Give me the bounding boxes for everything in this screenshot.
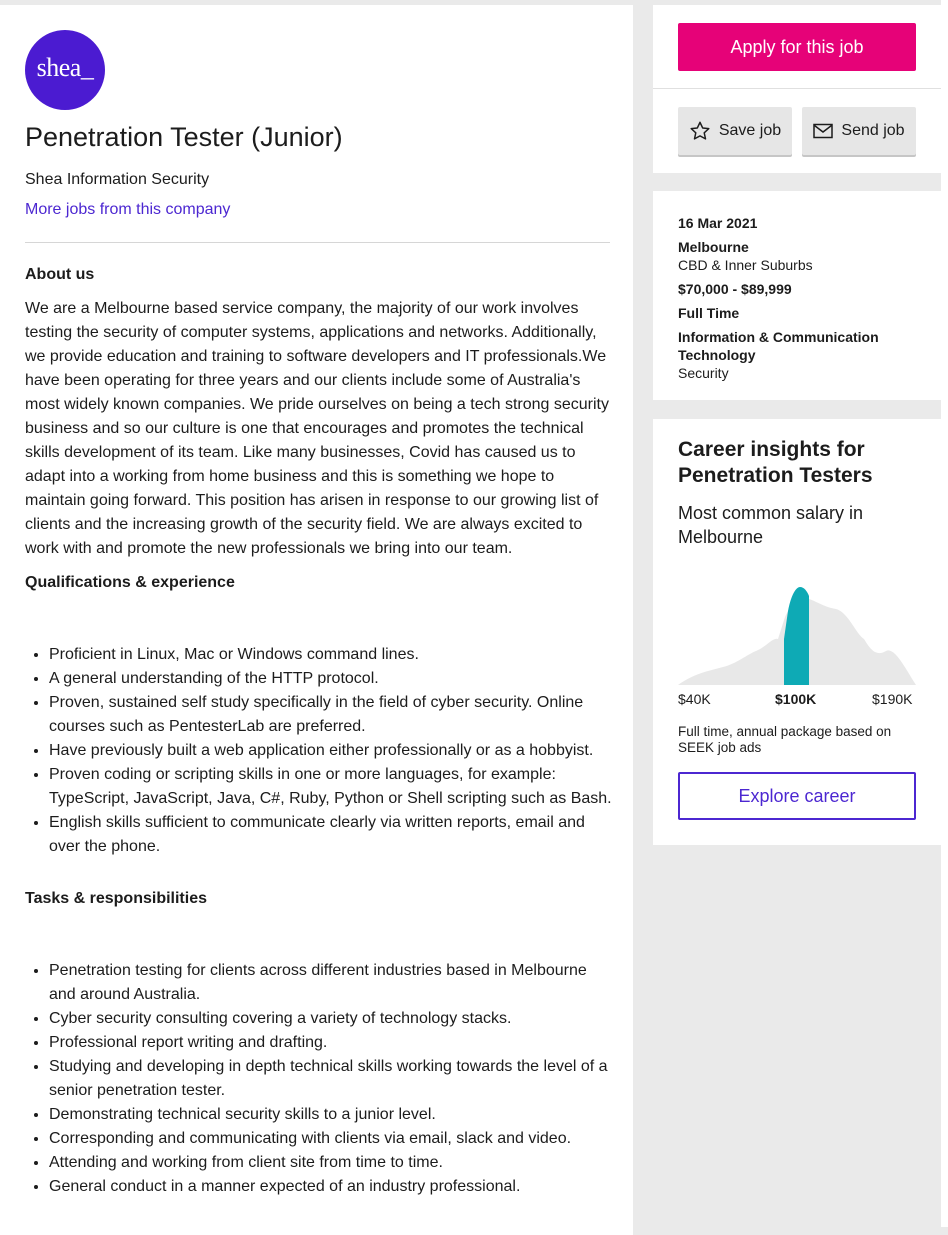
list-item: Proficient in Linux, Mac or Windows comm…: [49, 643, 613, 667]
more-jobs-link[interactable]: More jobs from this company: [25, 201, 230, 219]
list-item: Proven coding or scripting skills in one…: [49, 763, 613, 811]
list-item: Studying and developing in depth technic…: [49, 1055, 613, 1103]
save-job-label: Save job: [718, 122, 782, 139]
star-outline-icon: [689, 120, 711, 142]
tasks-heading: Tasks & responsibilities: [25, 890, 207, 907]
classification-line2[interactable]: Technology: [678, 346, 756, 364]
about-text: We are a Melbourne based service company…: [25, 300, 609, 557]
insights-title: Career insights for Penetration Testers: [678, 438, 873, 487]
company-logo-text: shea_: [36, 53, 94, 82]
company-name: Shea Information Security: [25, 171, 210, 188]
salary: $70,000 - $89,999: [678, 281, 792, 297]
qualifications-heading: Qualifications & experience: [25, 574, 235, 591]
list-item: Demonstrating technical security skills …: [49, 1103, 613, 1127]
career-insights-card: Career insights for Penetration Testers …: [653, 419, 941, 845]
list-item: Have previously built a web application …: [49, 739, 613, 763]
list-item: General conduct in a manner expected of …: [49, 1175, 613, 1199]
axis-max-label: $190K: [872, 691, 913, 707]
classification-line1[interactable]: Information & Communication: [678, 328, 879, 346]
list-item: English skills sufficient to communicate…: [49, 811, 613, 859]
explore-career-button[interactable]: Explore career: [678, 772, 916, 820]
area[interactable]: CBD & Inner Suburbs: [678, 256, 813, 274]
job-detail-card: shea_ Penetration Tester (Junior) Shea I…: [0, 5, 633, 1235]
send-job-button[interactable]: Send job: [802, 107, 916, 155]
work-type[interactable]: Full Time: [678, 304, 739, 322]
apply-card: Apply for this job Save job Send job: [653, 5, 941, 173]
axis-min-label: $40K: [678, 691, 711, 707]
apply-button[interactable]: Apply for this job: [678, 23, 916, 71]
location[interactable]: Melbourne: [678, 238, 749, 256]
list-item: Attending and working from client site f…: [49, 1151, 613, 1175]
list-item: Professional report writing and drafting…: [49, 1031, 613, 1055]
qualifications-list: Proficient in Linux, Mac or Windows comm…: [25, 643, 613, 859]
list-item: Proven, sustained self study specificall…: [49, 691, 613, 739]
insights-subtitle: Most common salary in Melbourne: [678, 503, 864, 547]
salary-highlight-bar: [784, 587, 809, 685]
job-description: About us We are a Melbourne based servic…: [25, 263, 613, 1199]
divider: [25, 242, 610, 243]
list-item: Penetration testing for clients across d…: [49, 959, 613, 1007]
envelope-icon: [813, 123, 834, 139]
send-job-label: Send job: [841, 122, 905, 139]
tasks-list: Penetration testing for clients across d…: [25, 959, 613, 1199]
save-job-button[interactable]: Save job: [678, 107, 792, 155]
subclassification[interactable]: Security: [678, 364, 729, 382]
about-heading: About us: [25, 266, 95, 283]
axis-mid-label: $100K: [775, 691, 817, 707]
list-item: A general understanding of the HTTP prot…: [49, 667, 613, 691]
page-edge: [941, 0, 948, 1227]
chart-note: Full time, annual package based on SEEK …: [678, 724, 892, 755]
list-item: Corresponding and communicating with cli…: [49, 1127, 613, 1151]
job-title: Penetration Tester (Junior): [25, 122, 343, 152]
job-details-card: 16 Mar 2021 Melbourne CBD & Inner Suburb…: [653, 191, 941, 400]
salary-distribution-chart: [678, 587, 916, 685]
listing-date: 16 Mar 2021: [678, 215, 758, 231]
list-item: Cyber security consulting covering a var…: [49, 1007, 613, 1031]
company-logo[interactable]: shea_: [25, 30, 105, 110]
divider: [653, 88, 941, 89]
